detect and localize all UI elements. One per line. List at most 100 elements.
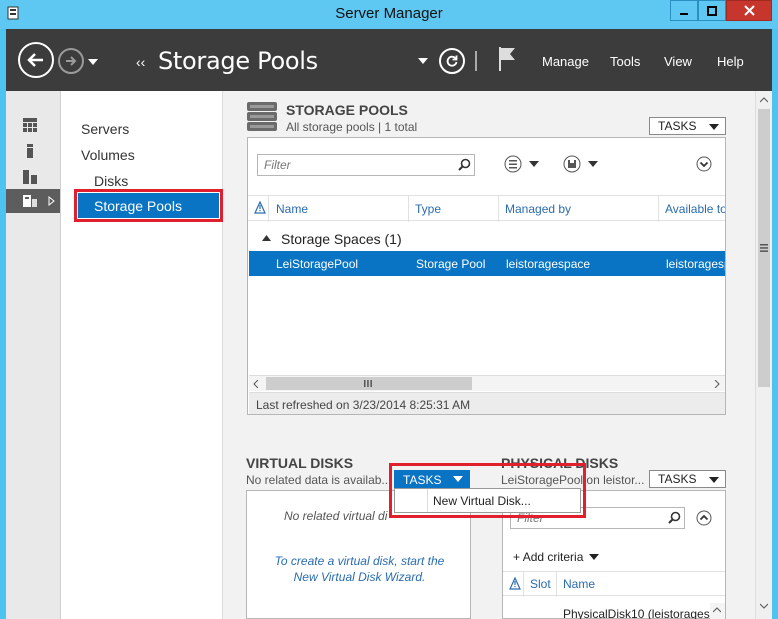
dashboard-grid-icon [23, 118, 37, 132]
hint-line-2: New Virtual Disk Wizard. [293, 570, 426, 584]
chevron-up-circle-icon [696, 510, 712, 526]
refresh-icon [446, 55, 458, 67]
search-icon[interactable] [458, 158, 471, 171]
save-query-dropdown[interactable] [563, 154, 599, 177]
menu-item-new-virtual-disk[interactable]: New Virtual Disk... [433, 494, 531, 508]
history-dropdown[interactable] [88, 56, 98, 70]
column-header-name[interactable]: Name [563, 577, 595, 591]
app-header: ‹‹ Storage Pools Manage Tools View Help [6, 29, 772, 91]
column-header-available-to[interactable]: Available to [665, 202, 725, 216]
virtual-disks-tasks-button[interactable]: TASKS [394, 470, 470, 488]
physical-disks-vscroll[interactable] [710, 603, 725, 619]
chevron-down-circle-icon [696, 156, 712, 172]
minimize-button[interactable] [670, 0, 698, 21]
add-criteria-label: Add criteria [522, 550, 584, 564]
table-row[interactable]: LeiStoragePool Storage Pool leistoragesp… [249, 251, 725, 276]
last-refreshed-text: Last refreshed on 3/23/2014 8:25:31 AM [256, 398, 471, 412]
virtual-disks-title: VIRTUAL DISKS [246, 455, 354, 471]
add-criteria-button[interactable]: + Add criteria [513, 550, 599, 564]
storage-pools-column-header: Name Type Managed by Available to [248, 195, 725, 222]
horizontal-scrollbar[interactable] [249, 375, 725, 391]
expand-arrow-icon [48, 196, 55, 206]
rail-dashboard[interactable] [6, 113, 60, 137]
refresh-button[interactable] [439, 48, 465, 74]
storage-pools-title: STORAGE POOLS [286, 102, 408, 118]
arrow-right-icon [66, 56, 77, 66]
row-type: Storage Pool [416, 257, 486, 271]
grip-icon [760, 244, 768, 252]
rail-all-servers[interactable] [6, 165, 60, 189]
back-button[interactable] [18, 42, 54, 78]
nav-item-volumes[interactable]: Volumes [81, 147, 135, 163]
arrow-left-icon [27, 53, 43, 67]
column-header-managed-by[interactable]: Managed by [505, 202, 571, 216]
maximize-button[interactable] [698, 0, 726, 21]
physical-disks-tasks-button[interactable]: TASKS [649, 470, 726, 488]
collapse-button[interactable] [696, 156, 712, 175]
tasks-menu: New Virtual Disk... [394, 488, 581, 513]
menu-tools[interactable]: Tools [610, 54, 640, 69]
row-name: LeiStoragePool [276, 257, 359, 271]
menu-manage[interactable]: Manage [542, 54, 589, 69]
chevron-down-icon [709, 477, 719, 483]
dashboard-dropdown[interactable] [418, 55, 428, 69]
column-header-type[interactable]: Type [415, 202, 441, 216]
storage-pools-tasks-button[interactable]: TASKS [649, 117, 726, 135]
search-icon[interactable] [668, 511, 681, 524]
menu-view[interactable]: View [664, 54, 692, 69]
chevron-down-icon [88, 59, 98, 65]
menu-help[interactable]: Help [717, 54, 744, 69]
rail-local-server[interactable] [6, 139, 60, 163]
tasks-label: TASKS [403, 473, 442, 487]
vertical-scrollbar[interactable] [755, 91, 772, 619]
file-storage-icon [23, 195, 37, 207]
filter-placeholder: Filter [264, 158, 291, 172]
nav-item-servers[interactable]: Servers [81, 121, 129, 137]
collapse-triangle-icon [262, 235, 271, 241]
header-divider [475, 51, 477, 71]
group-label: Storage Spaces (1) [281, 231, 402, 247]
status-bar: Last refreshed on 3/23/2014 8:25:31 AM [249, 392, 725, 414]
hint-line-1: To create a virtual disk, start the [274, 554, 445, 568]
column-header-name[interactable]: Name [276, 202, 308, 216]
servers-icon [23, 170, 37, 184]
scroll-down-icon[interactable] [760, 603, 768, 609]
notifications-flag-button[interactable] [497, 46, 517, 75]
physical-disks-collapse-button[interactable] [696, 510, 712, 529]
content-area: STORAGE POOLS All storage pools | 1 tota… [223, 91, 755, 619]
storage-pools-subtitle: All storage pools | 1 total [286, 120, 418, 134]
chevron-down-icon [709, 124, 719, 130]
new-virtual-disk-hint-link[interactable]: To create a virtual disk, start the New … [247, 554, 472, 584]
virtual-disks-empty-text: No related virtual di [284, 509, 388, 523]
chevron-down-icon [418, 58, 428, 64]
grip-icon [364, 380, 372, 387]
scroll-right-icon[interactable] [714, 380, 720, 388]
rail-file-storage-services[interactable] [6, 189, 60, 213]
title-bar[interactable]: Server Manager [0, 0, 778, 29]
scroll-up-icon[interactable] [713, 607, 721, 613]
scrollbar-thumb[interactable] [758, 109, 770, 387]
list-view-dropdown[interactable] [504, 154, 540, 177]
nav-item-disks[interactable]: Disks [94, 173, 128, 189]
navigation-pane: Servers Volumes Disks Storage Pools [61, 91, 223, 619]
scrollbar-thumb[interactable] [266, 377, 472, 390]
close-icon [743, 5, 755, 16]
storage-pools-filter-input[interactable]: Filter [257, 154, 475, 176]
table-row[interactable]: PhysicalDisk10 (leistoragesp [503, 606, 725, 619]
row-available-to: leistoragesp [666, 257, 725, 271]
scroll-left-icon[interactable] [253, 380, 259, 388]
row-name: PhysicalDisk10 (leistoragesp [563, 607, 717, 619]
maximize-icon [707, 5, 717, 16]
forward-button[interactable] [58, 48, 84, 74]
scroll-up-icon[interactable] [760, 97, 768, 103]
column-header-slot[interactable]: Slot [530, 577, 551, 591]
nav-item-storage-pools[interactable]: Storage Pools [78, 193, 219, 218]
plus-icon: + [513, 550, 523, 564]
warning-sort-icon[interactable] [509, 577, 521, 591]
close-button[interactable] [726, 0, 772, 21]
tasks-label: TASKS [658, 472, 697, 486]
warning-sort-icon[interactable] [254, 201, 266, 215]
breadcrumb-separator: ‹‹ [136, 54, 146, 70]
window-title: Server Manager [335, 5, 443, 22]
chevron-down-icon [453, 476, 463, 482]
